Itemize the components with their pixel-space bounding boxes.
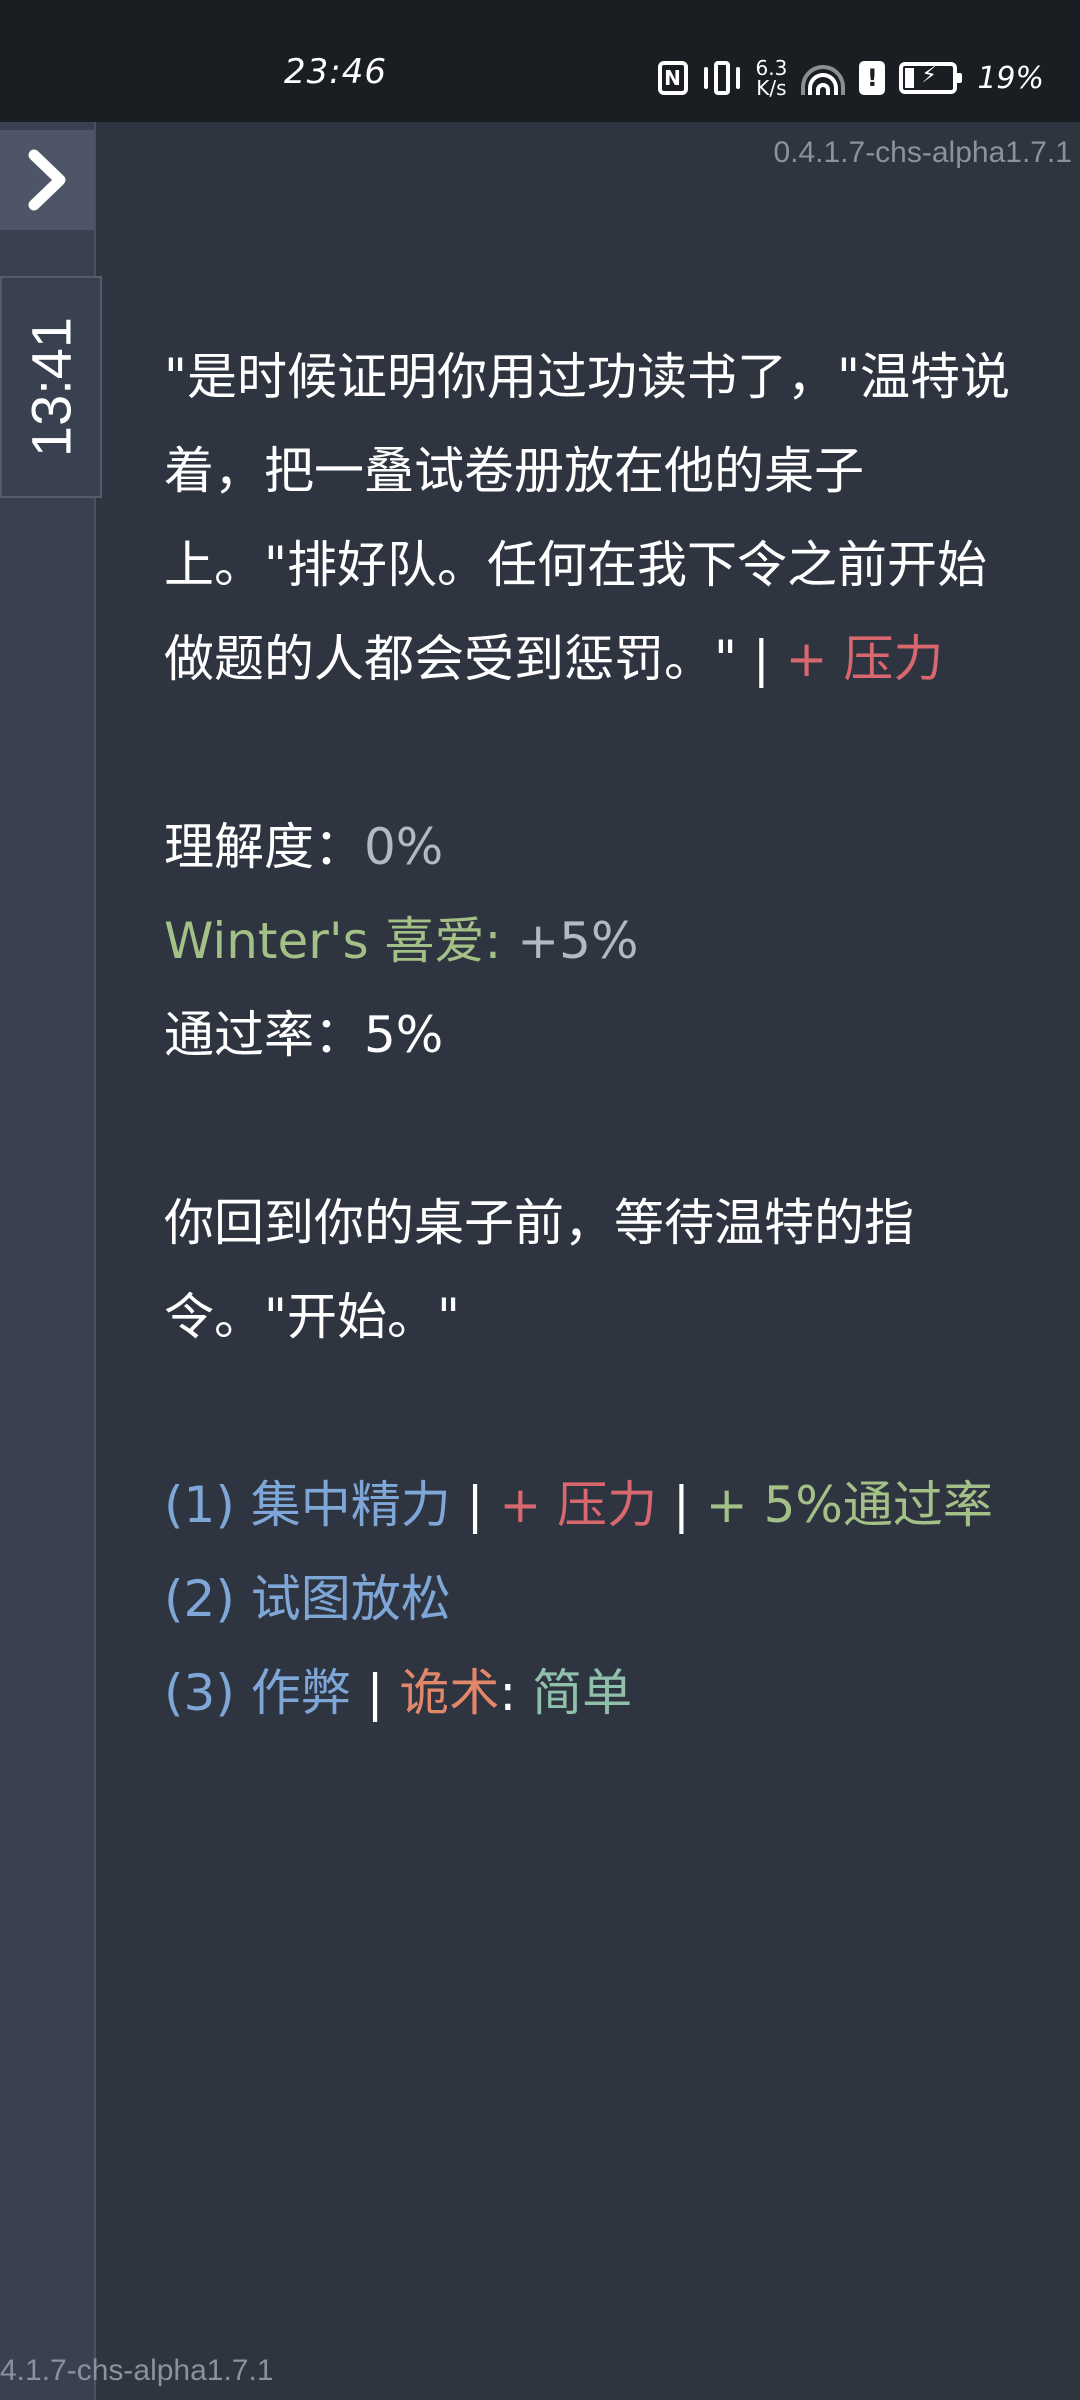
stat-value: +5% <box>501 912 639 970</box>
stat-pass-rate: 通过率：5% <box>164 988 1020 1082</box>
stat-label: 通过率： <box>164 1006 364 1064</box>
separator: | <box>350 1664 400 1722</box>
status-time: 23:46 <box>284 52 387 92</box>
separator: | <box>737 630 786 688</box>
story-paragraph: "是时候证明你用过功读书了，"温特说着，把一叠试卷册放在他的桌子上。"排好队。任… <box>164 330 1020 706</box>
colon: : <box>499 1664 533 1722</box>
choice-label[interactable]: (1) 集中精力 <box>164 1476 451 1534</box>
nfc-icon: N <box>657 61 688 95</box>
skill-name: 诡术 <box>399 1664 500 1722</box>
story-paragraph-2: 你回到你的桌子前，等待温特的指令。"开始。" <box>164 1194 914 1346</box>
status-bar: 23:46 N 6.3 K/s ! ⚡ 19% <box>0 0 1080 122</box>
pass-rate-effect: + 5%通过率 <box>705 1476 993 1534</box>
choice-3[interactable]: (3) 作弊 | 诡术: 简单 <box>164 1646 1020 1740</box>
game-clock: 13:41 <box>0 276 102 498</box>
alert-icon: ! <box>859 61 886 95</box>
vibrate-icon <box>702 61 742 95</box>
stat-label: Winter's 喜爱: <box>164 912 502 970</box>
wifi-icon <box>801 61 846 95</box>
chevron-right-icon <box>28 149 66 211</box>
stat-value: 0% <box>364 818 444 876</box>
choice-2[interactable]: (2) 试图放松 <box>164 1552 1020 1646</box>
net-speed: 6.3 K/s <box>756 58 788 98</box>
choice-1[interactable]: (1) 集中精力 | + 压力 | + 5%通过率 <box>164 1458 1020 1552</box>
stress-effect: + 压力 <box>499 1476 658 1534</box>
separator: | <box>657 1476 706 1534</box>
choice-label[interactable]: (3) 作弊 <box>164 1664 351 1722</box>
battery-level: 19% <box>977 60 1044 96</box>
game-clock-time: 13:41 <box>19 316 83 458</box>
net-speed-value: 6.3 <box>755 56 788 80</box>
version-label-bottom: 4.1.7-chs-alpha1.7.1 <box>0 2354 274 2387</box>
choice-label[interactable]: (2) 试图放松 <box>164 1570 451 1628</box>
battery-charging-icon: ⚡ <box>899 62 963 94</box>
stat-label: 理解度： <box>164 818 364 876</box>
stat-affection: Winter's 喜爱: +5% <box>164 894 1020 988</box>
status-icons: N 6.3 K/s ! ⚡ 19% <box>657 56 1044 100</box>
stress-effect: + 压力 <box>785 630 944 688</box>
net-speed-unit: K/s <box>756 76 787 100</box>
stat-understanding: 理解度：0% <box>164 800 1020 894</box>
sidebar: 13:41 <box>0 122 102 2400</box>
difficulty-label: 简单 <box>532 1664 633 1722</box>
version-label: 0.4.1.7-chs-alpha1.7.1 <box>773 136 1072 169</box>
story-content: "是时候证明你用过功读书了，"温特说着，把一叠试卷册放在他的桌子上。"排好队。任… <box>164 330 1020 1740</box>
sidebar-toggle-button[interactable] <box>0 130 94 230</box>
separator: | <box>450 1476 500 1534</box>
stat-value: 5% <box>364 1006 444 1064</box>
